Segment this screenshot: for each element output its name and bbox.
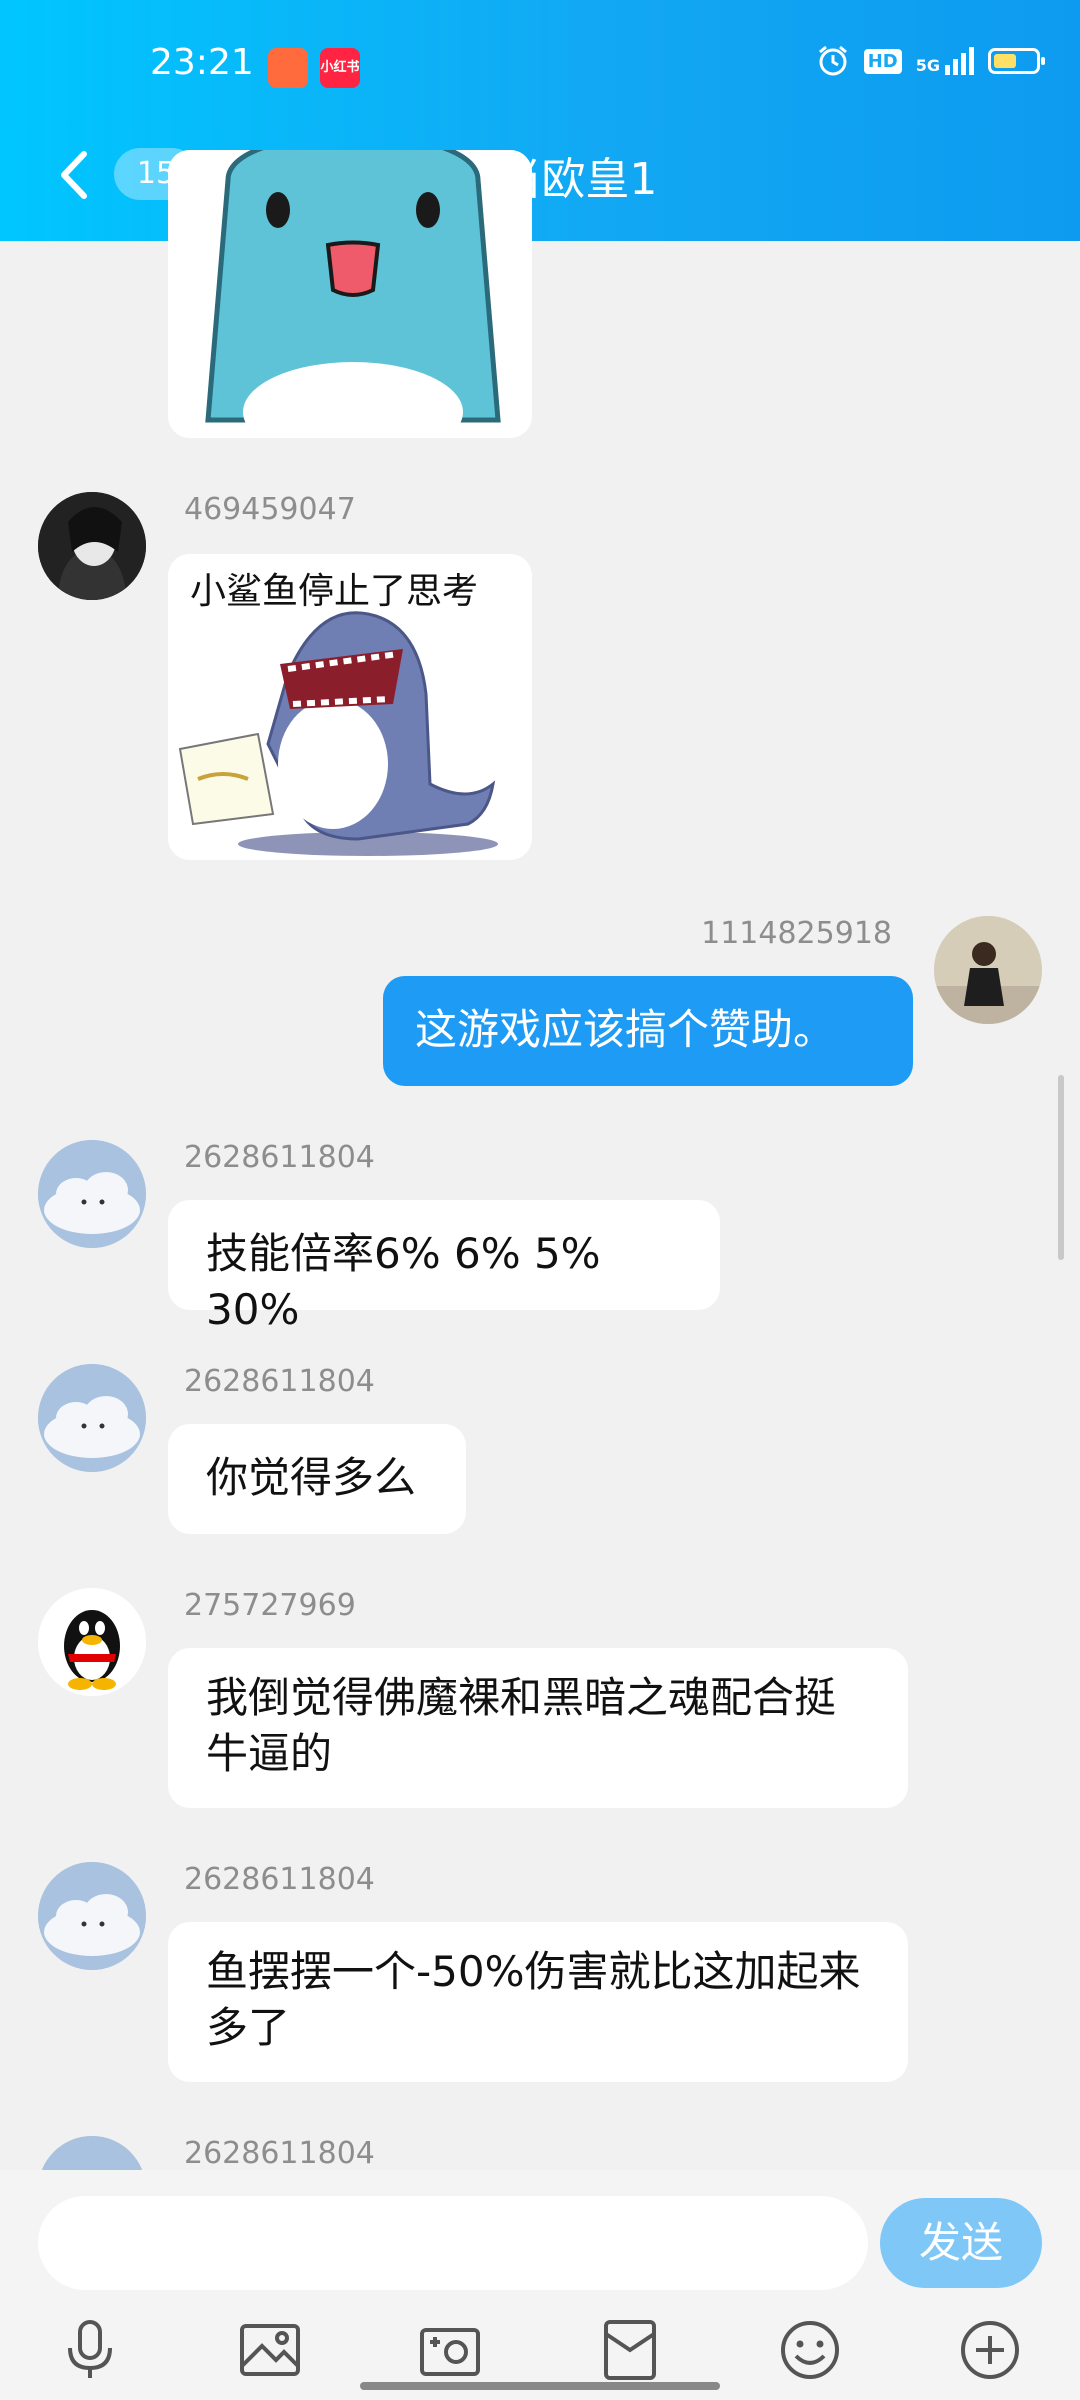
message-text: 鱼摆摆一个-50%伤害就比这加起来多了 [206,1947,861,2052]
message-input[interactable] [38,2196,868,2290]
sender-name: 2628611804 [184,2136,375,2171]
avatar-image [934,916,1042,1024]
qq-penguin-avatar [38,1588,146,1696]
chat-header: 23:21 小红书 HD 5G 15 yyds 异世界当欧皇1 [0,0,1080,241]
battery-icon [988,48,1045,74]
avatar[interactable] [38,1140,146,1248]
image-icon[interactable] [236,2316,304,2384]
message-bubble[interactable]: 你觉得多么 [168,1424,466,1534]
plus-icon[interactable] [956,2316,1024,2384]
back-button[interactable] [50,140,100,210]
outgoing-message-bubble[interactable]: 这游戏应该搞个赞助。 [383,976,913,1086]
message-bubble[interactable]: 鱼摆摆一个-50%伤害就比这加起来多了 [168,1922,908,2082]
cloud-avatar-image [38,1364,146,1472]
sender-name: 469459047 [184,492,356,527]
sender-name: 2628611804 [184,1140,375,1175]
avatar[interactable] [38,492,146,600]
sender-name: 275727969 [184,1588,356,1623]
camera-icon[interactable] [416,2316,484,2384]
home-indicator[interactable] [360,2382,720,2390]
message-text: 技能倍率6% 6% 5% 30% [206,1229,601,1334]
avatar[interactable] [38,1364,146,1472]
voice-icon[interactable] [56,2316,124,2384]
avatar[interactable] [38,1588,146,1696]
sticker-message[interactable] [168,150,532,438]
status-time: 23:21 [150,42,254,83]
message-text: 你觉得多么 [206,1453,417,1502]
xiaohongshu-notification-icon: 小红书 [320,48,360,88]
sender-name: 2628611804 [184,1862,375,1897]
message-bubble[interactable]: 我倒觉得佛魔裸和黑暗之魂配合挺牛逼的 [168,1648,908,1808]
sticker-message[interactable]: 小鲨鱼停止了思考 [168,554,532,860]
hd-badge: HD [863,48,902,74]
status-icons: HD 5G [816,44,1045,78]
sender-name: 2628611804 [184,1364,375,1399]
my-avatar[interactable] [934,916,1042,1024]
app-notification-icon [268,48,308,88]
emoji-icon[interactable] [776,2316,844,2384]
send-button[interactable]: 发送 [880,2198,1042,2288]
avatar-image [38,492,146,600]
message-bubble[interactable]: 技能倍率6% 6% 5% 30% [168,1200,720,1334]
cloud-avatar-image [38,1862,146,1970]
avatar[interactable] [38,1862,146,1970]
message-text: 这游戏应该搞个赞助。 [415,1005,836,1054]
alarm-icon [818,45,847,76]
blue-creature-sticker [168,150,532,438]
cloud-avatar-image [38,1140,146,1248]
sender-name: 1114825918 [701,916,892,951]
scrollbar-thumb[interactable] [1058,1075,1064,1260]
message-text: 我倒觉得佛魔裸和黑暗之魂配合挺牛逼的 [206,1673,837,1778]
sticker-caption: 小鲨鱼停止了思考 [190,571,479,612]
red-packet-icon[interactable] [596,2316,664,2384]
signal-icon: 5G [916,47,974,75]
